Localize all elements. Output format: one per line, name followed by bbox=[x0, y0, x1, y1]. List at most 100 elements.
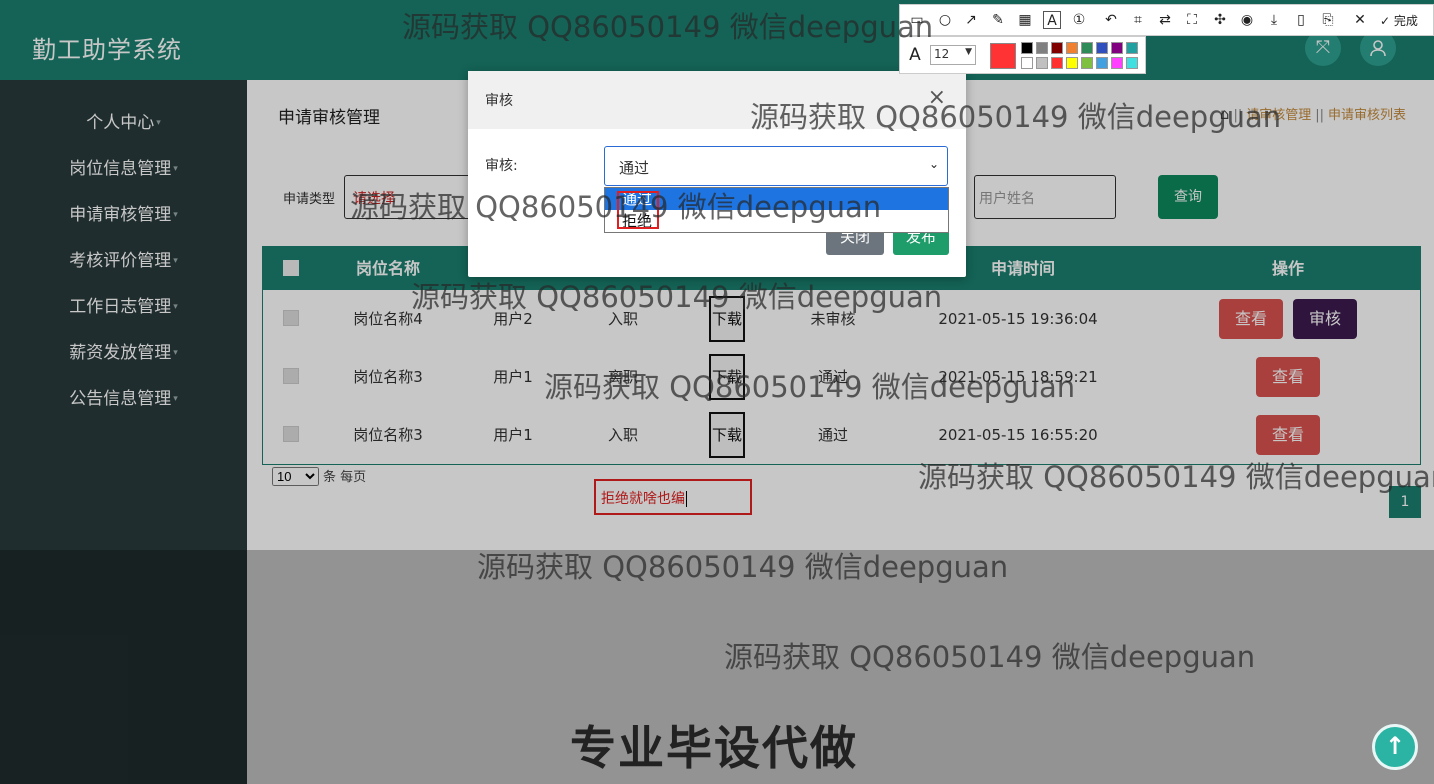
mosaic-tool-icon[interactable]: ▦ bbox=[1016, 11, 1034, 29]
table-row: 岗位名称3 用户1 入职 下载 通过 2021-05-15 16:55:20 查… bbox=[263, 406, 1420, 464]
sidebar-item-applications[interactable]: 申请审核管理 ▾ bbox=[0, 197, 247, 233]
type-filter-label: 申请类型 bbox=[283, 192, 336, 207]
home-icon[interactable]: ⌂ bbox=[1220, 105, 1230, 123]
color-swatch[interactable] bbox=[1126, 57, 1138, 69]
caret-down-icon: ▾ bbox=[156, 118, 161, 128]
table-row: 岗位名称3 用户1 离职 下载 通过 2021-05-15 18:59:21 查… bbox=[263, 348, 1420, 406]
row-checkbox[interactable] bbox=[283, 426, 299, 442]
color-swatch[interactable] bbox=[1081, 42, 1093, 54]
screenshot-properties-bar: A 12 ▼ bbox=[899, 36, 1146, 74]
done-label: 完成 bbox=[1393, 14, 1418, 28]
modal-title: 审核 bbox=[485, 93, 513, 109]
view-button[interactable]: 查看 bbox=[1219, 299, 1283, 339]
cell-type: 入职 bbox=[607, 310, 638, 328]
font-icon: A bbox=[909, 45, 921, 65]
rectangle-tool-icon[interactable]: ▭ bbox=[908, 11, 926, 29]
color-swatch[interactable] bbox=[1051, 57, 1063, 69]
sidebar-item-worklog[interactable]: 工作日志管理 ▾ bbox=[0, 289, 247, 325]
color-swatch[interactable] bbox=[1021, 57, 1033, 69]
table-row: 岗位名称4 用户2 入职 下载 未审核 2021-05-15 19:36:04 … bbox=[263, 290, 1420, 348]
cancel-icon[interactable]: ✕ bbox=[1351, 11, 1369, 29]
caret-down-icon: ▾ bbox=[173, 348, 178, 358]
breadcrumb-current: 申请审核列表 bbox=[1327, 108, 1406, 123]
download-icon[interactable]: ⤓ bbox=[1265, 11, 1283, 29]
crop-icon[interactable]: ⌗ bbox=[1129, 11, 1147, 29]
sidebar-item-label: 薪资发放管理 bbox=[69, 343, 172, 363]
done-button[interactable]: ✓ 完成 bbox=[1380, 12, 1418, 29]
audit-select-value: 通过 bbox=[619, 159, 650, 177]
caret-down-icon: ▾ bbox=[173, 256, 178, 266]
cell-user: 用户1 bbox=[493, 368, 533, 386]
pencil-tool-icon[interactable]: ✎ bbox=[989, 11, 1007, 29]
annotation-text-box[interactable]: 拒绝就啥也编 bbox=[594, 479, 752, 515]
audit-field-label: 审核: bbox=[485, 158, 518, 174]
chevron-down-icon: ⌄ bbox=[928, 157, 939, 171]
cell-time: 2021-05-15 16:55:20 bbox=[938, 426, 1098, 444]
color-swatch[interactable] bbox=[1036, 42, 1048, 54]
color-swatch[interactable] bbox=[1066, 42, 1078, 54]
cell-job: 岗位名称3 bbox=[353, 426, 423, 444]
row-checkbox[interactable] bbox=[283, 310, 299, 326]
user-name-input[interactable]: 用户姓名 bbox=[974, 175, 1116, 219]
annotation-text: 拒绝就啥也编 bbox=[601, 491, 685, 507]
cell-user: 用户2 bbox=[493, 310, 533, 328]
page-number-button[interactable]: 1 bbox=[1389, 486, 1421, 518]
select-all-checkbox[interactable] bbox=[283, 260, 299, 276]
sidebar-item-label: 公告信息管理 bbox=[69, 389, 172, 409]
undo-icon[interactable]: ↶ bbox=[1102, 11, 1120, 29]
query-button[interactable]: 查询 bbox=[1158, 175, 1218, 219]
row-checkbox[interactable] bbox=[283, 368, 299, 384]
cell-time: 2021-05-15 19:36:04 bbox=[938, 310, 1098, 328]
header-job: 岗位名称 bbox=[355, 259, 420, 278]
breadcrumb-separator: || bbox=[1315, 108, 1324, 123]
color-swatch[interactable] bbox=[1111, 57, 1123, 69]
breadcrumb-separator: || bbox=[1233, 108, 1243, 123]
sidebar-item-notices[interactable]: 公告信息管理 ▾ bbox=[0, 381, 247, 417]
color-swatch[interactable] bbox=[1021, 42, 1033, 54]
color-swatch[interactable] bbox=[1111, 42, 1123, 54]
view-button[interactable]: 查看 bbox=[1256, 357, 1320, 397]
pin-icon[interactable]: ✣ bbox=[1211, 11, 1229, 29]
audit-modal: 审核 × 审核: 通过 ⌄ 关闭 发布 bbox=[468, 71, 966, 277]
record-icon[interactable]: ◉ bbox=[1238, 11, 1256, 29]
audit-select[interactable]: 通过 ⌄ bbox=[604, 146, 948, 186]
page-size-control: 10 条 每页 bbox=[272, 466, 366, 486]
sidebar-item-jobs[interactable]: 岗位信息管理 ▾ bbox=[0, 151, 247, 187]
arrow-tool-icon[interactable]: ↗ bbox=[962, 11, 980, 29]
sidebar-item-salary[interactable]: 薪资发放管理 ▾ bbox=[0, 335, 247, 371]
breadcrumb-parent[interactable]: 请审核管理 bbox=[1246, 108, 1311, 123]
caret-down-icon: ▾ bbox=[173, 394, 178, 404]
view-button[interactable]: 查看 bbox=[1256, 415, 1320, 455]
font-size-select[interactable]: 12 ▼ bbox=[930, 45, 976, 65]
scan-icon[interactable]: ⛶ bbox=[1183, 11, 1201, 29]
download-button[interactable]: 下载 bbox=[709, 296, 745, 342]
download-button[interactable]: 下载 bbox=[709, 354, 745, 400]
color-swatch[interactable] bbox=[1096, 57, 1108, 69]
color-swatch[interactable] bbox=[1036, 57, 1048, 69]
color-swatch[interactable] bbox=[1066, 57, 1078, 69]
current-color-swatch[interactable] bbox=[990, 43, 1016, 69]
audit-button[interactable]: 审核 bbox=[1293, 299, 1357, 339]
sidebar-item-label: 个人中心 bbox=[86, 113, 155, 133]
font-size-value: 12 bbox=[934, 47, 950, 61]
color-swatch[interactable] bbox=[1096, 42, 1108, 54]
color-swatch[interactable] bbox=[1051, 42, 1063, 54]
color-swatch[interactable] bbox=[1081, 57, 1093, 69]
app-title: 勤工助学系统 bbox=[32, 36, 182, 64]
bookmark-icon[interactable]: ⎘ bbox=[1319, 11, 1337, 29]
sidebar-item-evaluation[interactable]: 考核评价管理 ▾ bbox=[0, 243, 247, 279]
back-to-top-icon[interactable]: ↑ bbox=[1372, 724, 1418, 770]
page-size-select[interactable]: 10 bbox=[272, 467, 319, 486]
translate-icon[interactable]: ⇄ bbox=[1156, 11, 1174, 29]
sidebar-item-profile[interactable]: 个人中心 ▾ bbox=[0, 105, 247, 141]
download-button[interactable]: 下载 bbox=[709, 412, 745, 458]
close-icon[interactable]: × bbox=[928, 85, 946, 110]
cell-time: 2021-05-15 18:59:21 bbox=[938, 368, 1098, 386]
number-tool-icon[interactable]: ① bbox=[1070, 11, 1088, 29]
cell-status: 通过 bbox=[817, 426, 848, 444]
check-icon: ✓ bbox=[1380, 14, 1391, 28]
ellipse-tool-icon[interactable]: ○ bbox=[936, 11, 954, 29]
color-swatch[interactable] bbox=[1126, 42, 1138, 54]
text-tool-icon[interactable]: A bbox=[1043, 11, 1061, 29]
phone-icon[interactable]: ▯ bbox=[1292, 11, 1310, 29]
